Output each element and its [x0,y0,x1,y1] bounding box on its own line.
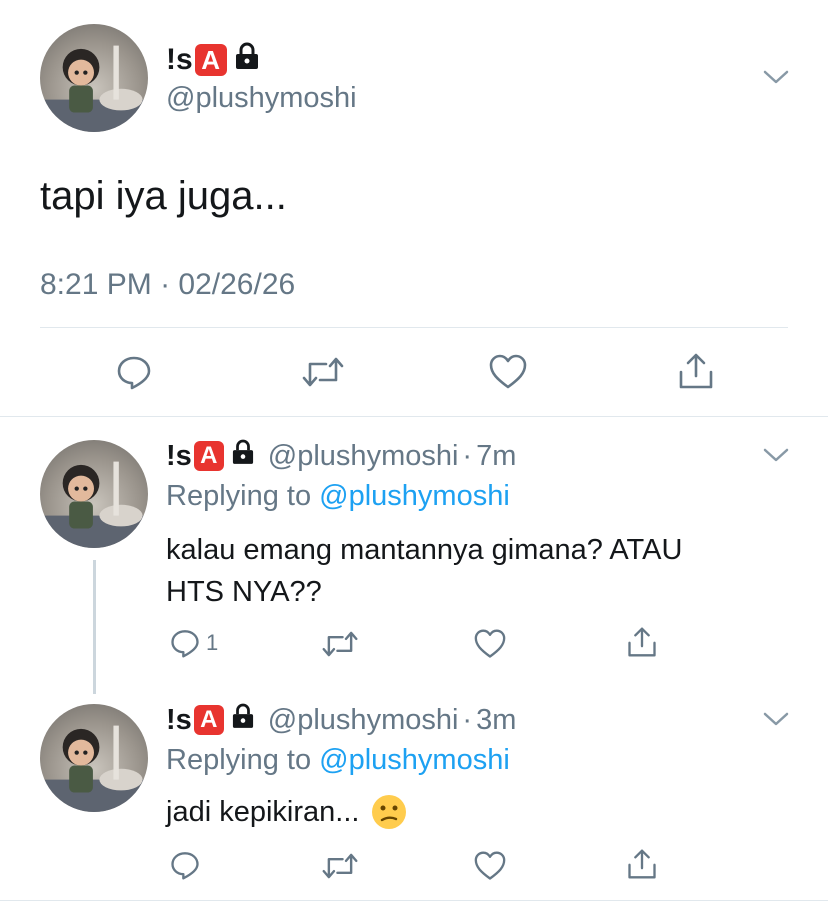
like-button[interactable] [489,354,527,390]
reply-text-line: kalau emang mantannya gimana? ATAU [166,534,683,566]
tweet-time: 8:21 PM [40,268,152,301]
reply-author[interactable]: !s A @plushymoshi · 7m [166,438,516,474]
tweet-text: tapi iya juga... [40,174,287,218]
handle: @plushymoshi [267,703,459,736]
reply-icon [171,630,199,658]
heart-icon [474,629,506,658]
handle[interactable]: @plushymoshi [166,82,357,115]
tweet-author[interactable]: !s A [166,42,259,78]
heart-icon [489,354,527,389]
share-button[interactable] [627,848,657,880]
divider [0,900,828,901]
share-button[interactable] [627,626,657,658]
retweet-icon [322,853,358,879]
retweet-button[interactable] [322,630,358,658]
avatar[interactable] [40,704,148,812]
replying-prefix: Replying to [166,480,312,512]
chevron-down-icon[interactable] [762,446,790,469]
handle: @plushymoshi [267,439,459,472]
reply-icon [171,852,199,880]
replying-to: Replying to @plushymoshi [166,480,510,513]
share-icon [679,353,713,389]
share-button[interactable] [678,352,714,390]
reply-button[interactable] [116,354,152,390]
tweet-timestamp: 8:21 PM · 02/26/26 [40,268,295,302]
reply-count: 1 [206,630,219,655]
lock-icon [232,439,254,473]
thread-line [93,560,96,694]
replying-to: Replying to @plushymoshi [166,744,510,777]
chevron-down-icon[interactable] [762,710,790,733]
display-name: !s [166,703,192,736]
avatar[interactable] [40,440,148,548]
confused-face-emoji [371,794,407,830]
divider [0,416,828,417]
replying-to-link[interactable]: @plushymoshi [319,480,510,512]
display-name: !s [166,439,192,472]
reply-text: jadi kepikiran... [166,794,407,830]
divider [40,327,788,328]
reply-text-line: HTS NYA?? [166,576,322,608]
separator: · [462,703,473,736]
avatar-figure-image [40,45,148,132]
lock-icon [235,42,259,78]
avatar[interactable] [40,24,148,132]
replying-prefix: Replying to [166,744,312,776]
retweet-icon [322,631,358,657]
reply-age: 3m [476,703,517,736]
avatar-figure-image [40,725,148,812]
separator: · [462,439,473,472]
tweet-date: 02/26/26 [178,268,296,301]
like-button[interactable] [474,629,506,659]
like-button[interactable] [474,851,506,881]
reply-icon [117,356,151,390]
lock-icon [232,703,254,737]
reply-button[interactable] [170,850,200,880]
retweet-icon [302,357,344,387]
separator: · [160,268,171,301]
retweet-button[interactable] [302,356,344,388]
reply-button[interactable]: 1 [170,628,218,658]
reply-age: 7m [476,439,517,472]
a-badge-emoji: A [193,705,224,735]
replying-to-link[interactable]: @plushymoshi [319,744,510,776]
chevron-down-icon[interactable] [762,68,790,91]
reply-author[interactable]: !s A @plushymoshi · 3m [166,702,516,738]
a-badge-emoji: A [194,44,227,76]
display-name: !s [166,43,193,76]
retweet-button[interactable] [322,852,358,880]
a-badge-emoji: A [193,441,224,471]
reply-text-content: jadi kepikiran... [166,795,360,828]
share-icon [628,627,656,657]
avatar-figure-image [40,461,148,548]
share-icon [628,849,656,879]
heart-icon [474,851,506,880]
